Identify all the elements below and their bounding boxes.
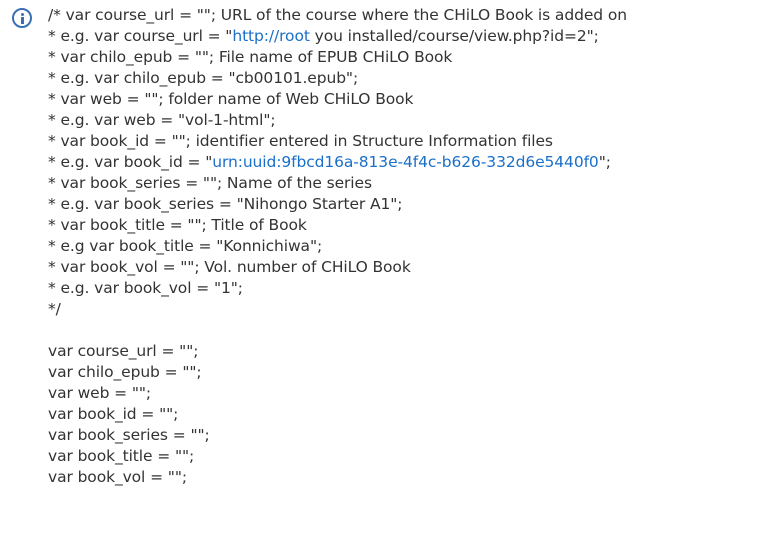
comment-line: */: [48, 300, 61, 318]
comment-line: * e.g var book_title = "Konnichiwa";: [48, 237, 323, 255]
code-line: var course_url = "";: [48, 342, 199, 360]
comment-line: * var book_series = ""; Name of the seri…: [48, 174, 372, 192]
comment-text: you installed/course/view.php?id=2";: [309, 27, 599, 45]
comment-line: * e.g. var book_series = "Nihongo Starte…: [48, 195, 403, 213]
comment-line: /* var course_url = ""; URL of the cours…: [48, 6, 627, 24]
info-icon-dot: [20, 12, 24, 16]
code-line: var book_id = "";: [48, 405, 179, 423]
comment-line: * var book_title = ""; Title of Book: [48, 216, 307, 234]
comment-line: * var book_id = ""; identifier entered i…: [48, 132, 553, 150]
code-line: var book_vol = "";: [48, 468, 187, 486]
book-id-link[interactable]: urn:uuid:9fbcd16a-813e-4f4c-b626-332d6e5…: [212, 153, 599, 171]
comment-text: ";: [598, 153, 611, 171]
code-line: var chilo_epub = "";: [48, 363, 202, 381]
comment-line: * e.g. var chilo_epub = "cb00101.epub";: [48, 69, 359, 87]
comment-line: * var book_vol = ""; Vol. number of CHiL…: [48, 258, 411, 276]
comment-line: * e.g. var book_id = "urn:uuid:9fbcd16a-…: [48, 152, 758, 173]
comment-line: * e.g. var course_url = "http://root you…: [48, 26, 758, 47]
code-line: var book_title = "";: [48, 447, 195, 465]
comment-text: * e.g. var course_url = ": [48, 27, 233, 45]
comment-line: * e.g. var web = "vol-1-html";: [48, 111, 276, 129]
code-line: var book_series = "";: [48, 426, 210, 444]
code-line: var web = "";: [48, 384, 152, 402]
comment-line: * e.g. var book_vol = "1";: [48, 279, 243, 297]
course-url-link[interactable]: http://root: [232, 27, 310, 45]
comment-line: * var chilo_epub = ""; File name of EPUB…: [48, 48, 453, 66]
comment-line: * var web = ""; folder name of Web CHiLO…: [48, 90, 414, 108]
comment-text: * e.g. var book_id = ": [48, 153, 213, 171]
code-note: /* var course_url = ""; URL of the cours…: [48, 5, 758, 488]
info-icon-bar: [20, 17, 24, 24]
info-icon: [12, 8, 32, 28]
